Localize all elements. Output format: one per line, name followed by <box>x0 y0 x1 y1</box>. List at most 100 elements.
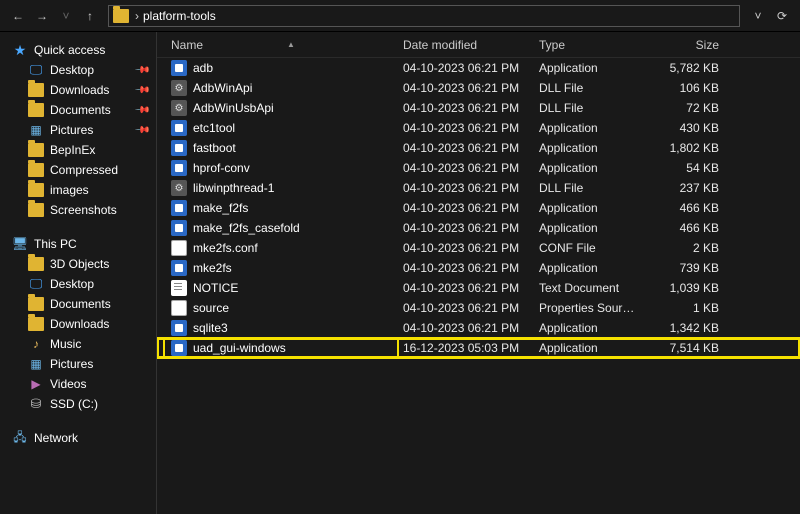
file-row[interactable]: uad_gui-windows16-12-2023 05:03 PMApplic… <box>157 338 800 358</box>
sidebar-item-label: Documents <box>50 103 111 117</box>
file-size: 739 KB <box>645 261 735 275</box>
file-size: 106 KB <box>645 81 735 95</box>
sidebar-item-downloads[interactable]: Downloads📌 <box>0 80 156 100</box>
conf-file-icon <box>171 240 187 256</box>
file-name-cell: AdbWinApi <box>165 80 397 96</box>
refresh-dropdown[interactable]: ˅ <box>746 9 770 23</box>
file-name-cell: make_f2fs <box>165 200 397 216</box>
music-icon: ♪ <box>28 337 44 351</box>
desktop-icon: 🖵 <box>28 63 44 77</box>
col-type[interactable]: Type <box>533 38 645 52</box>
file-size: 1 KB <box>645 301 735 315</box>
file-name: fastboot <box>193 141 236 155</box>
file-type: DLL File <box>533 181 645 195</box>
sidebar-item-desktop[interactable]: 🖵Desktop📌 <box>0 60 156 80</box>
file-date: 04-10-2023 06:21 PM <box>397 181 533 195</box>
sidebar-item-documents[interactable]: Documents 📌 <box>0 100 156 120</box>
network-label: Network <box>34 431 78 445</box>
file-date: 16-12-2023 05:03 PM <box>397 341 533 355</box>
file-name: make_f2fs <box>193 201 248 215</box>
file-row[interactable]: sqlite304-10-2023 06:21 PMApplication1,3… <box>157 318 800 338</box>
file-row[interactable]: etc1tool04-10-2023 06:21 PMApplication43… <box>157 118 800 138</box>
sidebar-item-documents[interactable]: Documents <box>0 294 156 314</box>
sidebar-item-3d-objects[interactable]: 3D Objects <box>0 254 156 274</box>
quick-access-label: Quick access <box>34 43 105 57</box>
file-name-cell: hprof-conv <box>165 160 397 176</box>
file-date: 04-10-2023 06:21 PM <box>397 121 533 135</box>
file-type: Application <box>533 261 645 275</box>
sidebar-item-pictures[interactable]: ▦Pictures <box>0 354 156 374</box>
file-row[interactable]: mke2fs04-10-2023 06:21 PMApplication739 … <box>157 258 800 278</box>
col-name[interactable]: Name ▲ <box>165 38 397 52</box>
file-row[interactable]: AdbWinApi04-10-2023 06:21 PMDLL File106 … <box>157 78 800 98</box>
file-name: mke2fs.conf <box>193 241 258 255</box>
folder-icon <box>28 183 44 197</box>
file-type: Application <box>533 61 645 75</box>
file-name: uad_gui-windows <box>193 341 286 355</box>
up-button[interactable]: ↑ <box>78 4 102 28</box>
file-row[interactable]: adb04-10-2023 06:21 PMApplication5,782 K… <box>157 58 800 78</box>
quick-access[interactable]: ★ Quick access <box>0 40 156 60</box>
sidebar-item-downloads[interactable]: Downloads <box>0 314 156 334</box>
desktop-icon: 🖵 <box>28 277 44 291</box>
exe-file-icon <box>171 120 187 136</box>
vids-icon: ▶ <box>28 377 44 391</box>
sidebar-item-bepinex[interactable]: BepInEx <box>0 140 156 160</box>
file-row[interactable]: AdbWinUsbApi04-10-2023 06:21 PMDLL File7… <box>157 98 800 118</box>
pin-icon: 📌 <box>133 122 150 139</box>
file-list-pane: Name ▲ Date modified Type Size adb04-10-… <box>156 32 800 514</box>
star-icon: ★ <box>12 43 28 57</box>
forward-button[interactable]: → <box>30 4 54 28</box>
sidebar-item-ssd-c-[interactable]: ⛁SSD (C:) <box>0 394 156 414</box>
sidebar-item-images[interactable]: images <box>0 180 156 200</box>
file-row[interactable]: make_f2fs04-10-2023 06:21 PMApplication4… <box>157 198 800 218</box>
sidebar-item-label: Videos <box>50 377 86 391</box>
sidebar-item-music[interactable]: ♪Music <box>0 334 156 354</box>
exe-file-icon <box>171 60 187 76</box>
file-type: Application <box>533 201 645 215</box>
file-row[interactable]: source04-10-2023 06:21 PMProperties Sour… <box>157 298 800 318</box>
recent-dropdown[interactable]: ˅ <box>54 4 78 28</box>
pin-icon: 📌 <box>133 102 150 119</box>
file-name-cell: sqlite3 <box>165 320 397 336</box>
unk-file-icon <box>171 300 187 316</box>
file-name: AdbWinUsbApi <box>193 101 274 115</box>
file-row[interactable]: fastboot04-10-2023 06:21 PMApplication1,… <box>157 138 800 158</box>
folder-icon <box>28 83 44 97</box>
file-name-cell: etc1tool <box>165 120 397 136</box>
file-date: 04-10-2023 06:21 PM <box>397 61 533 75</box>
this-pc[interactable]: 🖥 This PC <box>0 234 156 254</box>
sidebar-item-label: Downloads <box>50 83 109 97</box>
sidebar-item-pictures[interactable]: ▦Pictures📌 <box>0 120 156 140</box>
file-name: source <box>193 301 229 315</box>
col-size[interactable]: Size <box>645 38 735 52</box>
file-name-cell: libwinpthread-1 <box>165 180 397 196</box>
refresh-button[interactable]: ⟳ <box>770 9 794 23</box>
file-row[interactable]: NOTICE04-10-2023 06:21 PMText Document1,… <box>157 278 800 298</box>
back-button[interactable]: ← <box>6 4 30 28</box>
exe-file-icon <box>171 260 187 276</box>
file-row[interactable]: hprof-conv04-10-2023 06:21 PMApplication… <box>157 158 800 178</box>
file-row[interactable]: libwinpthread-104-10-2023 06:21 PMDLL Fi… <box>157 178 800 198</box>
network[interactable]: 🖧 Network <box>0 428 156 448</box>
folder-icon <box>28 317 44 331</box>
sidebar-item-compressed[interactable]: Compressed <box>0 160 156 180</box>
breadcrumb-folder[interactable]: platform-tools <box>143 9 216 23</box>
file-name-cell: fastboot <box>165 140 397 156</box>
file-row[interactable]: make_f2fs_casefold04-10-2023 06:21 PMApp… <box>157 218 800 238</box>
file-type: Text Document <box>533 281 645 295</box>
file-row[interactable]: mke2fs.conf04-10-2023 06:21 PMCONF File2… <box>157 238 800 258</box>
pc-icon: 🖥 <box>12 237 28 251</box>
file-size: 466 KB <box>645 221 735 235</box>
file-date: 04-10-2023 06:21 PM <box>397 81 533 95</box>
file-date: 04-10-2023 06:21 PM <box>397 141 533 155</box>
file-date: 04-10-2023 06:21 PM <box>397 301 533 315</box>
sidebar-item-screenshots[interactable]: Screenshots <box>0 200 156 220</box>
breadcrumb[interactable]: › platform-tools <box>108 5 740 27</box>
sidebar-item-desktop[interactable]: 🖵Desktop <box>0 274 156 294</box>
sidebar-item-videos[interactable]: ▶ Videos <box>0 374 156 394</box>
column-headers: Name ▲ Date modified Type Size <box>157 32 800 58</box>
file-size: 54 KB <box>645 161 735 175</box>
col-date[interactable]: Date modified <box>397 38 533 52</box>
dll-file-icon <box>171 80 187 96</box>
